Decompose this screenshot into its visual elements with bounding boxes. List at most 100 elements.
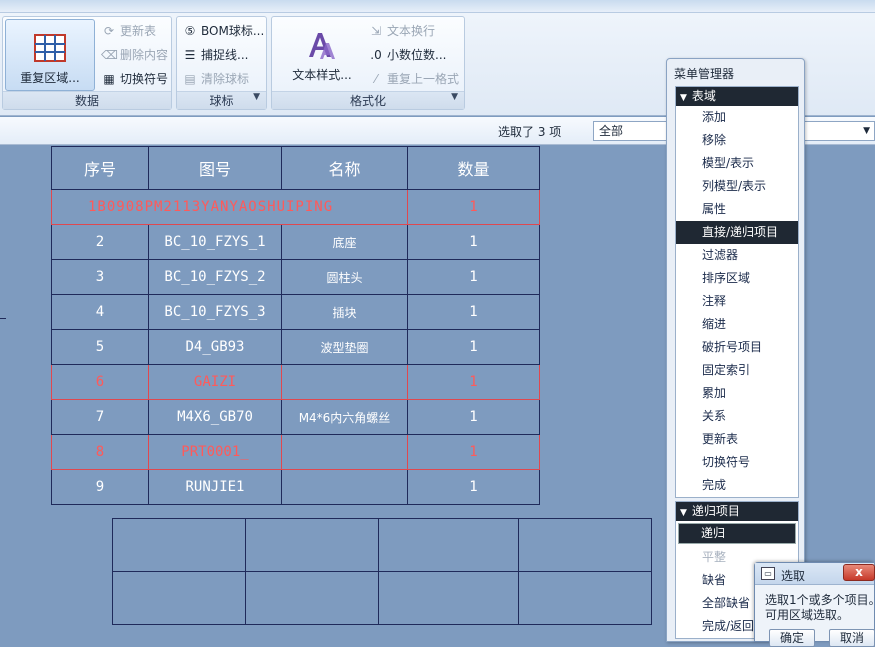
header-no: 序号 — [51, 146, 149, 190]
row-qty: 1 — [407, 399, 540, 435]
table-row[interactable]: 2 BC_10_FZYS_1 底座 1 — [51, 224, 540, 260]
table-row[interactable]: 1B0908PM2113YANYAOSHUIPING 1 — [51, 189, 540, 225]
title-block-grid — [112, 518, 652, 625]
table-grid-icon — [34, 34, 66, 62]
row-name: M4*6内六角螺丝 — [281, 399, 408, 435]
row-code: PRT0001_ — [148, 434, 282, 470]
group-launcher-icon[interactable]: ▼ — [451, 88, 458, 106]
row-no: 8 — [51, 434, 149, 470]
repeat-last-format-button[interactable]: ⁄ 重复上一格式 — [368, 69, 459, 89]
table-row[interactable]: 3 BC_10_FZYS_2 圆柱头 1 — [51, 259, 540, 295]
row-code: M4X6_GB70 — [148, 399, 282, 435]
row-name — [281, 364, 408, 400]
header-name: 名称 — [281, 146, 408, 190]
row-code: BC_10_FZYS_2 — [148, 259, 282, 295]
collapse-triangle-icon: ▼ — [680, 93, 687, 103]
menu-section-recursive-items[interactable]: ▼ 递归项目 — [676, 502, 798, 521]
row-code-merged: 1B0908PM2113YANYAOSHUIPING — [51, 189, 408, 225]
menu-item-summation[interactable]: 累加 — [676, 382, 798, 405]
close-icon[interactable]: x — [843, 564, 875, 581]
menu-item-filters[interactable]: 过滤器 — [676, 244, 798, 267]
selection-filter-value: 全部 — [599, 124, 624, 138]
menu-item-column-model-rep[interactable]: 列模型/表示 — [676, 175, 798, 198]
row-name: 底座 — [281, 224, 408, 260]
ribbon-group-label-balloon: 球标 ▼ — [177, 91, 266, 109]
update-table-button[interactable]: ⟳ 更新表 — [101, 21, 156, 41]
row-no: 2 — [51, 224, 149, 260]
text-style-label: 文本样式... — [292, 68, 352, 82]
menu-item-model-rep[interactable]: 模型/表示 — [676, 152, 798, 175]
bom-balloon-button[interactable]: ⑤ BOM球标... — [182, 21, 265, 41]
menu-item-direct-recursive[interactable]: 直接/递归项目 — [676, 221, 798, 244]
menu-item-relations[interactable]: 关系 — [676, 405, 798, 428]
chevron-down-icon: ▼ — [863, 126, 870, 136]
decimal-places-button[interactable]: .0 小数位数... — [368, 45, 446, 65]
text-wrap-button[interactable]: ⇲ 文本换行 — [368, 21, 435, 41]
menu-list-table-region: ▼ 表域 添加 移除 模型/表示 列模型/表示 属性 直接/递归项目 过滤器 排序… — [675, 86, 799, 498]
row-code: D4_GB93 — [148, 329, 282, 365]
table-row[interactable]: 7 M4X6_GB70 M4*6内六角螺丝 1 — [51, 399, 540, 435]
collapse-triangle-icon: ▼ — [680, 508, 687, 518]
row-no: 9 — [51, 469, 149, 505]
title-block-cell — [378, 518, 519, 572]
repeat-region-button[interactable]: 重复区域... — [5, 19, 95, 91]
repeat-region-label: 重复区域... — [20, 71, 80, 85]
update-table-icon: ⟳ — [103, 24, 115, 38]
row-code: BC_10_FZYS_3 — [148, 294, 282, 330]
menu-item-update-table[interactable]: 更新表 — [676, 428, 798, 451]
ok-button[interactable]: 确定 — [769, 629, 815, 647]
title-block-cell — [245, 518, 379, 572]
window-icon: ▭ — [761, 567, 775, 580]
menu-item-add[interactable]: 添加 — [676, 106, 798, 129]
bom-table[interactable]: 序号 图号 名称 数量 1B0908PM2113YANYAOSHUIPING 1… — [51, 146, 540, 505]
row-no: 5 — [51, 329, 149, 365]
text-style-button[interactable]: 文本样式... — [286, 23, 358, 89]
menu-item-comments[interactable]: 注释 — [676, 290, 798, 313]
decimal-places-icon: .0 — [370, 48, 382, 62]
ribbon-group-balloon: ⑤ BOM球标... ☰ 捕捉线... ▤ 清除球标 球标 ▼ — [176, 16, 267, 110]
delete-content-button[interactable]: ⌫ 删除内容 — [101, 45, 168, 65]
title-block-cell — [112, 571, 246, 625]
selection-count: 选取了 3 项 — [498, 125, 562, 139]
menu-item-done[interactable]: 完成 — [676, 474, 798, 497]
table-row[interactable]: 4 BC_10_FZYS_3 插块 1 — [51, 294, 540, 330]
menu-item-attributes[interactable]: 属性 — [676, 198, 798, 221]
menu-item-recursive[interactable]: 递归 — [678, 523, 796, 544]
menu-item-indent[interactable]: 缩进 — [676, 313, 798, 336]
select-dialog-titlebar[interactable]: ▭ 选取 x — [755, 563, 875, 585]
toggle-symbol-button[interactable]: ▦ 切换符号 — [101, 69, 168, 89]
row-no: 7 — [51, 399, 149, 435]
menu-item-toggle-symbol[interactable]: 切换符号 — [676, 451, 798, 474]
menu-item-sort-regions[interactable]: 排序区域 — [676, 267, 798, 290]
cancel-button[interactable]: 取消 — [829, 629, 875, 647]
menu-item-fix-index[interactable]: 固定索引 — [676, 359, 798, 382]
select-dialog-title: 选取 — [781, 569, 806, 583]
title-block-cell — [245, 571, 379, 625]
title-block-cell — [378, 571, 519, 625]
clear-balloon-button[interactable]: ▤ 清除球标 — [182, 69, 249, 89]
row-qty: 1 — [407, 364, 540, 400]
row-name: 插块 — [281, 294, 408, 330]
group-launcher-icon[interactable]: ▼ — [253, 88, 260, 106]
row-no: 3 — [51, 259, 149, 295]
text-style-icon — [309, 33, 335, 59]
ribbon-group-label-format: 格式化 ▼ — [272, 91, 464, 109]
snap-line-button[interactable]: ☰ 捕捉线... — [182, 45, 249, 65]
table-row[interactable]: 6 GAIZI 1 — [51, 364, 540, 400]
menu-section-table-region[interactable]: ▼ 表域 — [676, 87, 798, 106]
table-row[interactable]: 8 PRT0001_ 1 — [51, 434, 540, 470]
text-wrap-icon: ⇲ — [370, 24, 382, 38]
balloon-icon: ⑤ — [184, 24, 196, 38]
row-code: BC_10_FZYS_1 — [148, 224, 282, 260]
table-row[interactable]: 9 RUNJIE1 1 — [51, 469, 540, 505]
menu-item-dash-item[interactable]: 破折号项目 — [676, 336, 798, 359]
table-row[interactable]: 5 D4_GB93 波型垫圈 1 — [51, 329, 540, 365]
menu-item-remove[interactable]: 移除 — [676, 129, 798, 152]
row-qty: 1 — [407, 469, 540, 505]
row-code: RUNJIE1 — [148, 469, 282, 505]
row-qty: 1 — [407, 189, 540, 225]
header-qty: 数量 — [407, 146, 540, 190]
row-qty: 1 — [407, 224, 540, 260]
eraser-icon: ⌫ — [101, 48, 118, 62]
header-code: 图号 — [148, 146, 282, 190]
